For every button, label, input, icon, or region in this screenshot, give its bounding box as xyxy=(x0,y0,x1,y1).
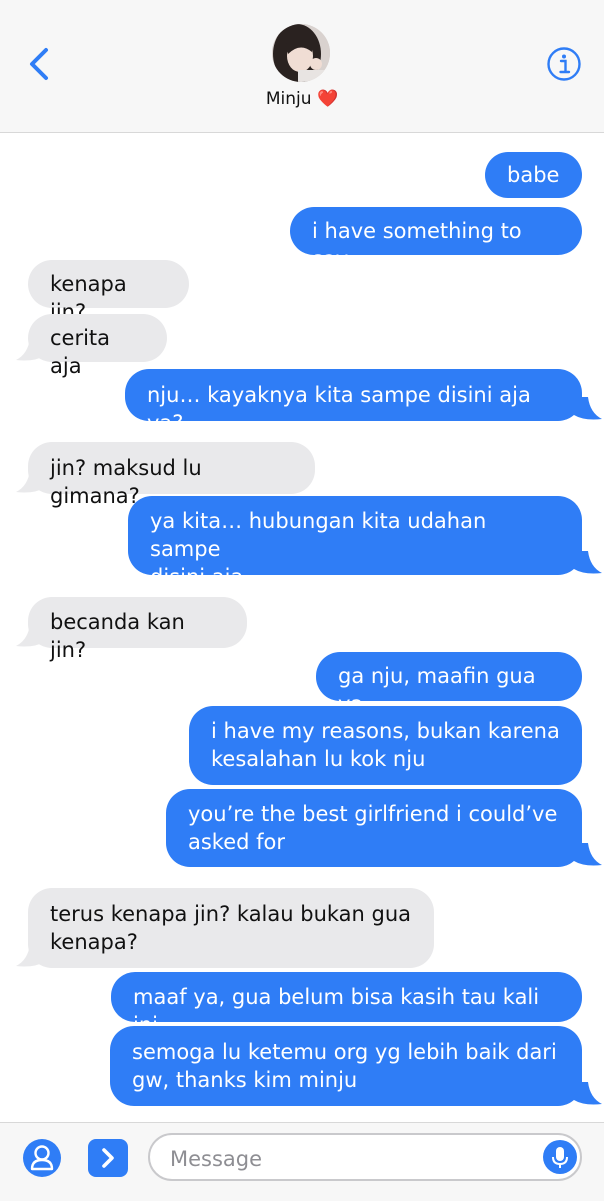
outgoing-message[interactable]: i have something to say xyxy=(290,207,582,271)
outgoing-message[interactable]: maaf ya, gua belum bisa kasih tau kali i… xyxy=(111,972,582,1037)
contact-button[interactable] xyxy=(22,1138,62,1178)
incoming-message[interactable]: terus kenapa jin? kalau bukan gua kenapa… xyxy=(28,888,434,968)
contact-avatar[interactable] xyxy=(272,24,330,82)
outgoing-message[interactable]: semoga lu ketemu org yg lebih baik dari … xyxy=(110,1026,582,1106)
incoming-bubble-tail xyxy=(16,470,44,493)
conversation-header: Minju ❤️ xyxy=(0,0,604,133)
message-composer xyxy=(0,1122,604,1201)
info-button[interactable] xyxy=(546,46,582,82)
outgoing-message[interactable]: nju… kayaknya kita sampe disini aja ya? xyxy=(125,369,582,435)
outgoing-bubble-tail xyxy=(574,843,602,866)
contact-name[interactable]: Minju ❤️ xyxy=(0,89,604,109)
outgoing-message[interactable]: ga nju, maafin gua ya xyxy=(316,652,582,716)
incoming-message[interactable]: kenapa jin? xyxy=(28,260,189,324)
incoming-bubble-tail xyxy=(16,624,44,647)
outgoing-bubble-tail xyxy=(574,397,602,420)
back-button[interactable] xyxy=(24,44,58,84)
outgoing-bubble-tail xyxy=(574,551,602,574)
chevron-right-icon xyxy=(102,1148,114,1168)
message-input-field[interactable] xyxy=(148,1133,582,1181)
microphone-icon xyxy=(552,1147,568,1168)
outgoing-message[interactable]: i have my reasons, bukan karena kesalaha… xyxy=(189,706,582,785)
incoming-message[interactable]: becanda kan jin? xyxy=(28,597,247,662)
incoming-bubble-tail xyxy=(16,338,44,361)
dictation-button[interactable] xyxy=(543,1140,577,1174)
outgoing-message[interactable]: ya kita… hubungan kita udahan sampe disi… xyxy=(128,496,582,589)
avatar-photo xyxy=(272,24,330,82)
outgoing-message[interactable]: babe xyxy=(485,152,582,198)
info-icon xyxy=(547,47,581,81)
apps-button[interactable] xyxy=(88,1139,128,1177)
message-thread[interactable]: babe i have something to say kenapa jin?… xyxy=(0,132,604,1122)
chevron-left-icon xyxy=(30,48,48,80)
outgoing-bubble-tail xyxy=(574,1082,602,1105)
contact-icon xyxy=(23,1139,61,1177)
incoming-bubble-tail xyxy=(16,944,44,967)
incoming-message[interactable]: cerita aja xyxy=(28,314,167,378)
outgoing-message[interactable]: you’re the best girlfriend i could’ve as… xyxy=(166,789,582,867)
incoming-message[interactable]: jin? maksud lu gimana? xyxy=(28,442,315,508)
message-input[interactable] xyxy=(168,1143,532,1175)
